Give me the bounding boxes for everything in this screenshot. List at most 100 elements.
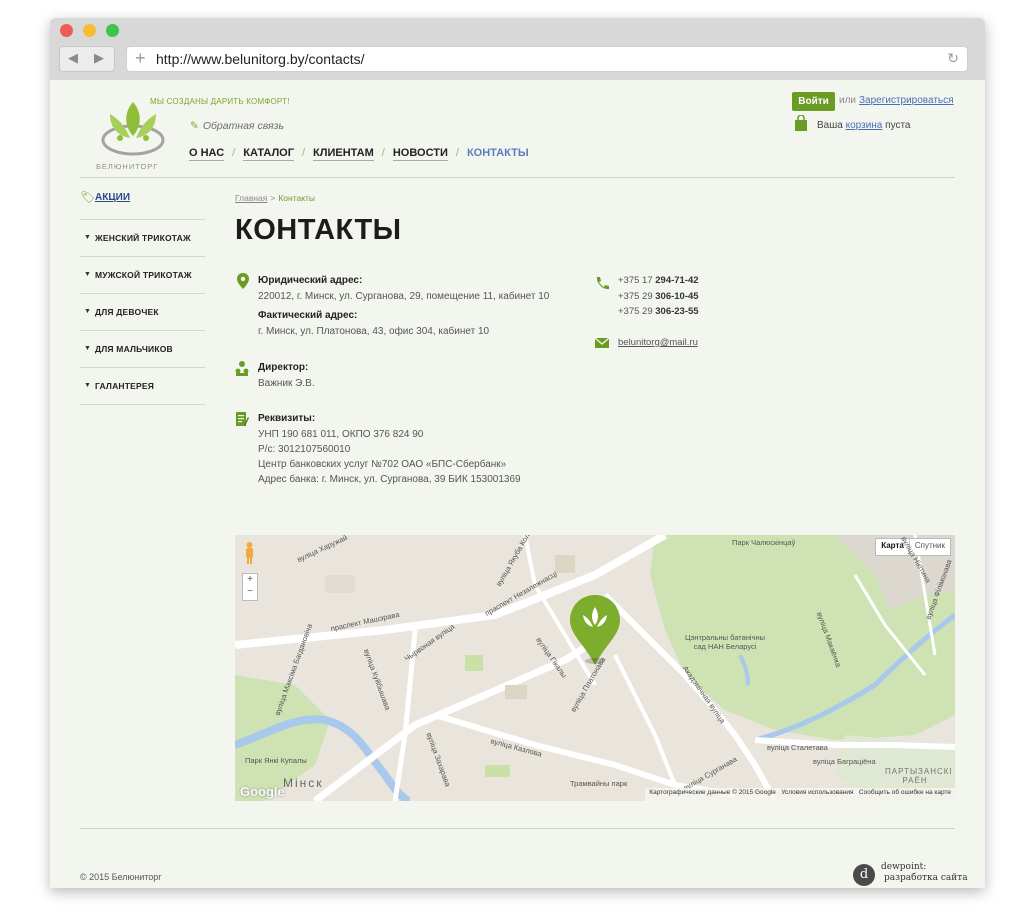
- phone-icon: [596, 277, 609, 290]
- dewpoint-logo-icon[interactable]: d: [853, 864, 875, 886]
- triangle-down-icon: ▼: [84, 345, 91, 352]
- page-content: БЕЛЮНИТОРГ МЫ СОЗДАНЫ ДАРИТЬ КОМФОРТ! ✎ О…: [50, 80, 985, 888]
- director-label: Директор:: [258, 362, 309, 373]
- requisites-label: Реквизиты:: [258, 413, 316, 424]
- breadcrumb-separator: >: [270, 193, 276, 203]
- header-divider: [80, 177, 955, 178]
- director-icon: [235, 361, 249, 376]
- map-label: Парк Чалюскінцаў: [732, 538, 796, 547]
- browser-chrome: ◀ ▶ + http://www.belunitorg.by/contacts/…: [50, 18, 985, 80]
- phone-2[interactable]: +375 29 306-10-45: [618, 291, 699, 302]
- shopping-bag-icon[interactable]: [794, 115, 808, 131]
- sidebar: 🏷 АКЦИИ ▼ ЖЕНСКИЙ ТРИКОТАЖ ▼ МУЖСКОЙ ТРИКО…: [80, 184, 205, 405]
- minimize-window-button[interactable]: [83, 24, 96, 37]
- triangle-down-icon: ▼: [84, 382, 91, 389]
- actual-address-label: Фактический адрес:: [258, 310, 358, 321]
- sidebar-item-label: МУЖСКОЙ ТРИКОТАЖ: [95, 270, 192, 280]
- sidebar-item-girls[interactable]: ▼ ДЛЯ ДЕВОЧЕК: [80, 294, 205, 331]
- forward-icon[interactable]: ▶: [94, 50, 104, 66]
- sidebar-item-label: ДЛЯ МАЛЬЧИКОВ: [95, 344, 173, 354]
- zoom-in-button[interactable]: +: [243, 574, 257, 586]
- login-button[interactable]: Войти: [792, 92, 835, 111]
- browser-window: ◀ ▶ + http://www.belunitorg.by/contacts/…: [50, 18, 985, 888]
- history-buttons: ◀ ▶: [59, 46, 115, 72]
- nav-item-clients[interactable]: КЛИЕНТАМ: [313, 147, 374, 161]
- zoom-out-button[interactable]: −: [243, 586, 257, 598]
- address-bar[interactable]: + http://www.belunitorg.by/contacts/ ↻: [126, 46, 968, 72]
- sidebar-item-label: АКЦИИ: [95, 192, 131, 203]
- map-label: Мінск: [283, 776, 324, 790]
- pencil-icon: ✎: [190, 120, 199, 132]
- copyright: © 2015 Белюниторг: [80, 872, 162, 882]
- cart-suffix: пуста: [885, 120, 911, 131]
- developer-name[interactable]: dewpoint:: [881, 862, 926, 872]
- close-window-button[interactable]: [60, 24, 73, 37]
- feedback-link[interactable]: ✎ Обратная связь: [190, 120, 284, 132]
- requisites-line: Р/с: 3012107560010: [258, 444, 351, 455]
- reload-icon[interactable]: ↻: [947, 50, 959, 67]
- triangle-down-icon: ▼: [84, 234, 91, 241]
- new-tab-icon[interactable]: +: [135, 48, 146, 69]
- requisites-line: Центр банковских услуг №702 ОАО «БПС-Сбе…: [258, 459, 507, 470]
- sidebar-item-haberdashery[interactable]: ▼ ГАЛАНТЕРЕЯ: [80, 368, 205, 405]
- requisites-line: УНП 190 681 011, ОКПО 376 824 90: [258, 429, 424, 440]
- map-label: Цэнтральны батанічны сад НАН Беларусі: [684, 633, 766, 651]
- cart-prefix: Ваша: [817, 120, 843, 131]
- phone-3[interactable]: +375 29 306-23-55: [618, 306, 699, 317]
- back-icon[interactable]: ◀: [68, 50, 78, 66]
- map-label: ПАРТЫЗАНСКІ РАЁН: [885, 767, 953, 785]
- triangle-down-icon: ▼: [84, 308, 91, 315]
- nav-item-about[interactable]: О НАС: [189, 147, 225, 161]
- map-data-credit: Картографические данные © 2015 Google: [649, 789, 776, 796]
- or-label: или: [839, 95, 857, 106]
- cart-link[interactable]: корзина: [846, 120, 883, 131]
- breadcrumb-current: Контакты: [278, 193, 316, 203]
- main-nav: О НАС / КАТАЛОГ / КЛИЕНТАМ / НОВОСТИ / КОНТАКТЫ: [189, 147, 529, 161]
- breadcrumb-home-link[interactable]: Главная: [235, 193, 267, 203]
- actual-address-value: г. Минск, ул. Платонова, 43, офис 304, к…: [258, 326, 490, 337]
- maximize-window-button[interactable]: [106, 24, 119, 37]
- legal-address-value: 220012, г. Минск, ул. Сурганова, 29, пом…: [258, 291, 550, 302]
- map-attribution: Картографические данные © 2015 Google Ус…: [645, 788, 955, 801]
- sidebar-item-promo[interactable]: 🏷 АКЦИИ: [80, 184, 205, 220]
- feedback-label: Обратная связь: [202, 120, 284, 132]
- register-link[interactable]: Зарегистрироваться: [859, 95, 954, 106]
- breadcrumb: Главная > Контакты: [235, 193, 315, 203]
- sidebar-item-men[interactable]: ▼ МУЖСКОЙ ТРИКОТАЖ: [80, 257, 205, 294]
- map-terms-link[interactable]: Условия использования: [781, 789, 853, 796]
- requisites-line: Адрес банка: г. Минск, ул. Сурганова, 39…: [258, 474, 521, 485]
- phone-1[interactable]: +375 17 294-71-42: [618, 275, 699, 286]
- nav-item-catalog[interactable]: КАТАЛОГ: [243, 147, 294, 161]
- nav-item-news[interactable]: НОВОСТИ: [392, 147, 448, 161]
- footer-divider: [80, 828, 955, 829]
- cart-status: Ваша корзина пуста: [817, 120, 911, 131]
- sidebar-item-label: ГАЛАНТЕРЕЯ: [95, 381, 155, 391]
- logo-text: БЕЛЮНИТОРГ: [96, 162, 159, 171]
- google-logo: Google: [240, 784, 285, 799]
- url-text[interactable]: http://www.belunitorg.by/contacts/: [156, 51, 365, 67]
- street-view-icon[interactable]: [243, 541, 256, 565]
- map-label: вуліца Сталетава: [767, 743, 828, 752]
- sidebar-item-label: ДЛЯ ДЕВОЧЕК: [95, 307, 159, 317]
- developer-caption: разработка сайта: [884, 873, 968, 883]
- email-link[interactable]: belunitorg@mail.ru: [618, 337, 698, 348]
- location-map[interactable]: + − Карта Спутник Парк Чалюскінцаў вуліц…: [235, 535, 955, 801]
- sidebar-item-women[interactable]: ▼ ЖЕНСКИЙ ТРИКОТАЖ: [80, 220, 205, 257]
- legal-address-label: Юридический адрес:: [258, 275, 363, 286]
- price-tag-icon: 🏷: [80, 190, 96, 204]
- zoom-control: + −: [242, 573, 258, 601]
- document-edit-icon: [236, 412, 249, 426]
- map-pin-icon: [237, 273, 249, 289]
- triangle-down-icon: ▼: [84, 271, 91, 278]
- director-value: Важник Э.В.: [258, 378, 315, 389]
- slogan: МЫ СОЗДАНЫ ДАРИТЬ КОМФОРТ!: [150, 97, 290, 106]
- map-label: Трамвайны парк: [570, 779, 628, 788]
- nav-item-contacts[interactable]: КОНТАКТЫ: [467, 147, 529, 160]
- sidebar-item-label: ЖЕНСКИЙ ТРИКОТАЖ: [95, 233, 191, 243]
- mail-icon: [595, 337, 609, 348]
- map-label: вуліца Баграціёна: [813, 757, 876, 766]
- sidebar-item-boys[interactable]: ▼ ДЛЯ МАЛЬЧИКОВ: [80, 331, 205, 368]
- page-title: КОНТАКТЫ: [235, 214, 402, 246]
- map-report-link[interactable]: Сообщить об ошибке на карте: [859, 789, 951, 796]
- map-label: Парк Янкі Купалы: [245, 756, 307, 765]
